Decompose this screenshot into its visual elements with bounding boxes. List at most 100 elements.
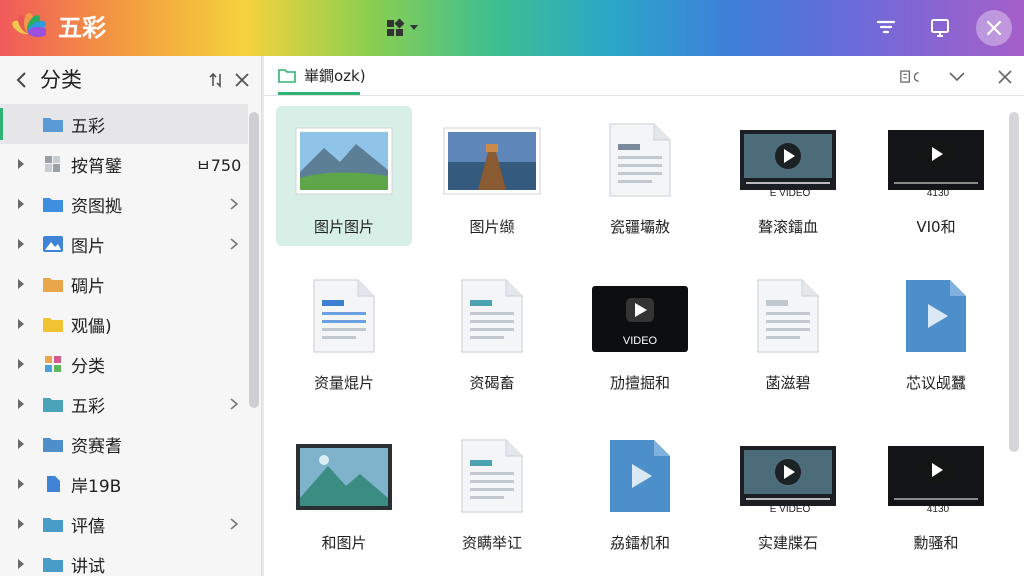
video-thumbnail-icon (740, 446, 836, 506)
tab-bar: 崋鐧ozk) (264, 56, 1024, 96)
sidebar-item-label: 观儡) (71, 316, 112, 337)
expand-caret-icon[interactable] (16, 398, 26, 410)
video-thumbnail-icon: VIDEO (592, 286, 688, 352)
view-options-button[interactable] (384, 16, 418, 40)
file-item[interactable]: 4130 VI0和 (868, 106, 1004, 246)
file-name: 实建牒石 (757, 534, 818, 552)
sidebar-item-label: 岸19B (71, 476, 122, 497)
sidebar-item[interactable]: 碉片 (0, 264, 248, 304)
image-thumbnail-icon (295, 127, 393, 195)
monitor-button[interactable] (924, 12, 956, 44)
file-name: 劦鐳机和 (609, 534, 670, 552)
file-name: 勳骚和 (913, 534, 959, 552)
tab-underline (278, 92, 360, 95)
file-icon (47, 476, 60, 492)
file-item[interactable]: E VIDEO 实建牒石 (720, 422, 856, 562)
video-caption: E VIDEO (769, 188, 811, 199)
expand-caret-icon[interactable] (16, 558, 26, 570)
image-thumbnail-icon (443, 127, 541, 195)
file-name: 瓷疆壩赦 (609, 218, 670, 236)
sidebar-item[interactable]: 资赛耆 (0, 424, 248, 464)
document-icon (461, 279, 523, 353)
filter-icon (876, 20, 896, 34)
expand-caret-icon[interactable] (16, 438, 26, 450)
file-item[interactable]: 资量焜片 (276, 262, 412, 402)
file-item[interactable]: 菡滋碧 (720, 262, 856, 402)
video-thumbnail-icon (888, 446, 984, 506)
file-item[interactable]: 4130 勳骚和 (868, 422, 1004, 562)
sidebar-item[interactable]: 观儡) (0, 304, 248, 344)
chevron-right-icon[interactable] (228, 397, 240, 411)
folder-icon (43, 398, 63, 412)
sidebar-item[interactable]: 岸19B (0, 464, 248, 504)
file-item[interactable]: 资瞒举讧 (424, 422, 560, 562)
sidebar-item-label: 图片 (71, 236, 105, 257)
sidebar-item[interactable]: 评僖 (0, 504, 248, 544)
main-scrollbar[interactable] (1009, 112, 1019, 452)
file-item[interactable]: 劦鐳机和 (572, 422, 708, 562)
expand-button[interactable] (946, 66, 968, 88)
puzzle-icon (387, 18, 405, 36)
expand-caret-icon[interactable] (16, 198, 26, 210)
file-item[interactable]: 瓷疆壩赦 (572, 106, 708, 246)
sidebar-item[interactable]: 资图拠 (0, 184, 248, 224)
image-thumbnail-icon (296, 444, 392, 510)
close-window-button[interactable] (976, 10, 1012, 46)
folder-tab-icon (278, 69, 296, 83)
sidebar-item[interactable]: 按筲鐾 ㅂ750 (0, 144, 248, 184)
sidebar-item[interactable]: 分类 (0, 344, 248, 384)
sidebar-item-label: 资图拠 (71, 196, 122, 217)
monitor-icon (931, 19, 949, 37)
back-arrow-icon[interactable] (12, 70, 32, 90)
chevron-down-icon (410, 25, 418, 30)
expand-caret-icon[interactable] (16, 518, 26, 530)
folder-icon (43, 198, 63, 212)
sidebar-header: 分类 (0, 56, 262, 104)
close-tab-button[interactable] (994, 66, 1016, 88)
expand-caret-icon[interactable] (16, 278, 26, 290)
document-icon (461, 439, 523, 513)
sidebar-title: 分类 (40, 68, 82, 92)
video-thumbnail-icon (906, 280, 966, 352)
filter-button[interactable] (870, 12, 902, 44)
video-caption: 4130 (926, 504, 950, 515)
image-icon (43, 236, 63, 252)
sidebar-item[interactable]: 五彩 (0, 384, 248, 424)
expand-caret-icon[interactable] (16, 158, 26, 170)
sidebar-item-label: 五彩 (71, 396, 105, 417)
expand-caret-icon[interactable] (16, 318, 26, 330)
close-icon (998, 70, 1012, 84)
file-name: VI0和 (916, 218, 956, 236)
folder-icon (43, 318, 63, 332)
expand-caret-icon[interactable] (16, 478, 26, 490)
sidebar-item-count: ㅂ750 (196, 156, 242, 175)
video-caption: 4130 (926, 188, 950, 199)
layout-button[interactable] (900, 66, 922, 88)
expand-caret-icon[interactable] (16, 238, 26, 250)
sidebar-item[interactable]: 讲试 (0, 544, 248, 576)
sort-icon[interactable] (206, 71, 224, 89)
sidebar-item[interactable]: 五彩 (0, 104, 248, 144)
video-thumbnail-icon (740, 130, 836, 190)
close-sidebar-icon[interactable] (233, 71, 251, 89)
file-item[interactable]: 芯议觇蠶 (868, 262, 1004, 402)
file-item[interactable]: 和图片 (276, 422, 412, 562)
chevron-right-icon[interactable] (228, 197, 240, 211)
file-item[interactable]: 图片图片 (276, 106, 412, 246)
sidebar-item[interactable]: 图片 (0, 224, 248, 264)
document-icon (609, 123, 671, 197)
expand-caret-icon[interactable] (16, 358, 26, 370)
file-item[interactable]: E VIDEO 聱滚鐳血 (720, 106, 856, 246)
chevron-right-icon[interactable] (228, 237, 240, 251)
sidebar-item-label: 分类 (71, 356, 105, 377)
file-item[interactable]: VIDEOVIDEO劢擅掘和 (572, 262, 708, 402)
file-item[interactable]: 图片缬 (424, 106, 560, 246)
file-item[interactable]: 资碣畜 (424, 262, 560, 402)
sidebar-item-label: 讲试 (71, 556, 105, 576)
sidebar-scrollbar[interactable] (249, 112, 259, 408)
file-name: 资瞒举讧 (461, 534, 522, 552)
folder-icon (43, 118, 63, 132)
tab-current[interactable]: 崋鐧ozk) (304, 65, 366, 87)
chevron-right-icon[interactable] (228, 517, 240, 531)
sidebar: 分类 五彩 按筲鐾 ㅂ750 资图拠 图片 碉片 观儡) 分类 五彩 资赛耆 岸19B 评僖 讲试 (0, 56, 262, 576)
